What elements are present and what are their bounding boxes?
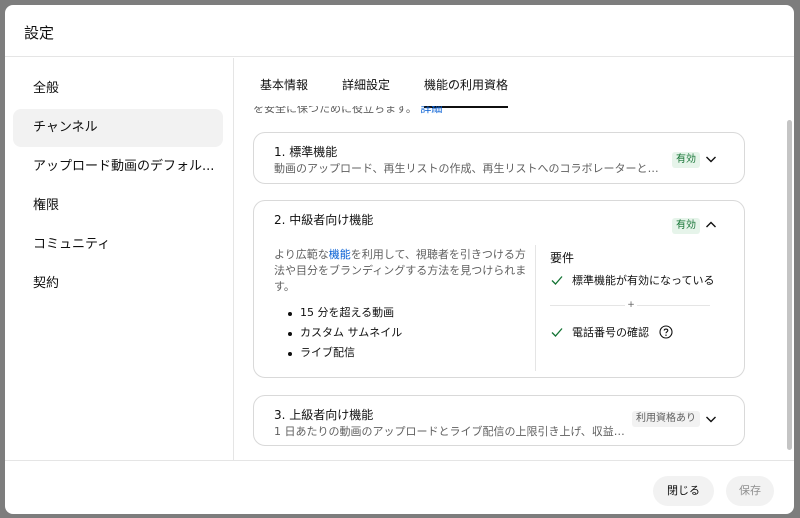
feature-list: 15 分を超える動画 カスタム サムネイル ライブ配信 — [286, 303, 402, 363]
sidebar-item-upload-defaults[interactable]: アップロード動画のデフォル... — [13, 148, 223, 186]
feature-card-advanced[interactable]: 3. 上級者向け機能 1 日あたりの動画のアップロードとライブ配信の上限引き上げ… — [253, 395, 745, 446]
sidebar-item-community[interactable]: コミュニティ — [13, 226, 223, 264]
list-item: カスタム サムネイル — [286, 323, 402, 343]
status-badge: 有効 — [672, 152, 700, 168]
card-body-text: より広範な機能を利用して、視聴者を引きつける方法や目分をブランディングする方法を… — [274, 247, 534, 295]
intro-text-body: を安全に保つために役立ちます。 — [253, 106, 417, 115]
intro-text: を安全に保つために役立ちます。 詳細 — [253, 106, 442, 116]
list-item: 15 分を超える動画 — [286, 303, 402, 323]
learn-more-link[interactable]: 詳細 — [420, 106, 442, 115]
status-badge: 有効 — [672, 218, 700, 234]
card-description: 1 日あたりの動画のアップロードとライブ配信の上限引き上げ、収益化の... — [274, 425, 630, 438]
tab-feature-eligibility[interactable]: 機能の利用資格 — [424, 58, 509, 108]
help-icon[interactable] — [658, 325, 673, 339]
card-title: 2. 中級者向け機能 — [274, 213, 374, 227]
body-text-pre: より広範な — [274, 248, 329, 261]
scrollbar[interactable] — [786, 106, 792, 460]
tab-advanced-settings[interactable]: 詳細設定 — [342, 58, 390, 106]
card-title: 3. 上級者向け機能 — [274, 408, 374, 422]
save-button[interactable]: 保存 — [726, 476, 774, 506]
plus-separator: + — [625, 298, 637, 312]
feature-eligibility-panel: を安全に保つために役立ちます。 詳細 1. 標準機能 動画のアップロード、再生リ… — [235, 106, 794, 460]
requirements-title: 要件 — [550, 251, 575, 265]
check-icon — [551, 328, 563, 337]
requirement-item: 電話番号の確認 — [550, 325, 673, 341]
channel-tabs: 基本情報 詳細設定 機能の利用資格 — [235, 58, 794, 108]
feature-card-standard[interactable]: 1. 標準機能 動画のアップロード、再生リストの作成、再生リストへのコラボレータ… — [253, 132, 745, 184]
requirement-label: 電話番号の確認 — [572, 326, 649, 339]
sidebar-item-permissions[interactable]: 権限 — [13, 187, 223, 225]
settings-sidebar: 全般 チャンネル アップロード動画のデフォル... 権限 コミュニティ 契約 — [5, 58, 234, 460]
dialog-title: 設定 — [24, 24, 55, 42]
list-item: ライブ配信 — [286, 343, 402, 363]
tab-basic-info[interactable]: 基本情報 — [260, 58, 308, 106]
card-description: 動画のアップロード、再生リストの作成、再生リストへのコラボレーターと新し... — [274, 162, 666, 175]
chevron-down-icon[interactable] — [703, 411, 719, 427]
chevron-up-icon[interactable] — [703, 217, 719, 233]
requirement-label: 標準機能が有効になっている — [572, 274, 715, 287]
settings-dialog: 設定 全般 チャンネル アップロード動画のデフォル... 権限 コミュニティ 契… — [5, 5, 794, 514]
check-icon — [551, 276, 563, 285]
scrollbar-thumb[interactable] — [787, 120, 792, 450]
divider — [535, 245, 536, 371]
card-title: 1. 標準機能 — [274, 145, 338, 159]
sidebar-item-channel[interactable]: チャンネル — [13, 109, 223, 147]
status-badge: 利用資格あり — [632, 411, 700, 427]
dialog-footer: 閉じる 保存 — [5, 460, 794, 514]
requirement-item: 標準機能が有効になっている — [550, 273, 714, 289]
close-button[interactable]: 閉じる — [653, 476, 714, 506]
chevron-down-icon[interactable] — [703, 151, 719, 167]
features-link[interactable]: 機能 — [329, 248, 351, 261]
dialog-header: 設定 — [5, 5, 794, 57]
sidebar-item-general[interactable]: 全般 — [13, 70, 223, 108]
feature-card-intermediate: 2. 中級者向け機能 有効 より広範な機能を利用して、視聴者を引きつける方法や目… — [253, 200, 745, 378]
sidebar-item-agreements[interactable]: 契約 — [13, 265, 223, 303]
